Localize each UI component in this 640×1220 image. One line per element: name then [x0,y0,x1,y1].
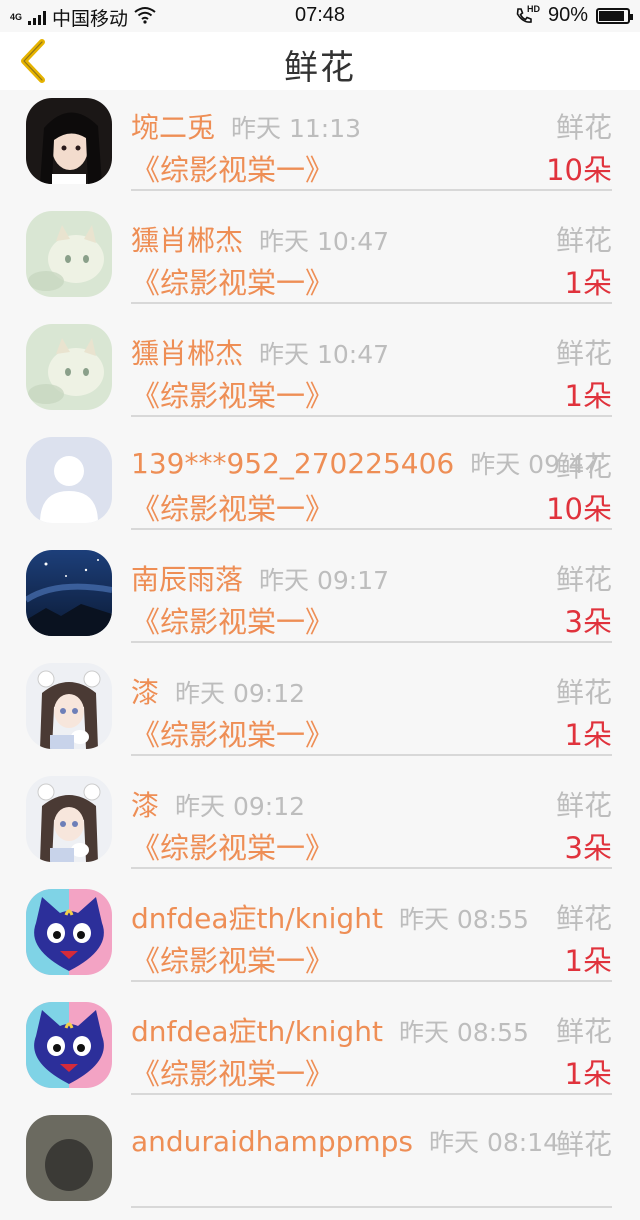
avatar[interactable] [26,550,112,636]
list-item[interactable]: 獯肖郴杰 昨天 10:47 鲜花 《综影视棠一》 1朵 [0,203,640,316]
book-title[interactable]: 《综影视棠一》 [131,599,334,641]
battery-percent: 90% [547,4,588,26]
divider [131,754,612,756]
book-title[interactable]: 《综影视棠一》 [131,712,334,754]
list-item[interactable]: 139***952_270225406 昨天 09:47 鲜花 《综影视棠一》 1… [0,429,640,542]
flower-count: 3朵 [564,605,612,639]
book-title[interactable]: 《综影视棠一》 [131,1051,334,1093]
battery-icon [596,7,633,24]
list-item[interactable]: 埦二兎 昨天 11:13 鲜花 《综影视棠一》 10朵 [0,90,640,203]
list-item[interactable]: anduraidhamppmps 昨天 08:14 鲜花 [0,1107,640,1220]
gift-time: 昨天 08:14 [429,1128,560,1157]
gift-time: 昨天 11:13 [231,114,362,143]
gift-time: 昨天 10:47 [259,227,390,256]
book-title[interactable]: 《综影视棠一》 [131,260,334,302]
user-name[interactable]: 漆 [131,789,159,822]
gift-time: 昨天 09:17 [259,566,390,595]
user-name[interactable]: 南辰雨落 [131,563,243,596]
book-title[interactable]: 《综影视棠一》 [131,825,334,867]
status-right: HD 90% [514,3,633,27]
user-name[interactable]: 獯肖郴杰 [131,337,243,370]
flower-label: 鲜花 [555,450,612,483]
flower-count: 3朵 [564,831,612,865]
flower-label: 鲜花 [555,563,612,596]
flower-count: 1朵 [564,718,612,752]
nav-bar: 鲜花 [0,32,640,90]
flower-count: 1朵 [564,944,612,978]
flower-label: 鲜花 [555,789,612,822]
flower-label: 鲜花 [555,111,612,144]
gift-time: 昨天 09:12 [175,679,306,708]
user-name-line: 139***952_270225406 昨天 09:47 [131,445,600,481]
hd-call-icon: HD [514,3,540,26]
avatar[interactable] [26,1002,112,1088]
user-name-line: 獯肖郴杰 昨天 10:47 [131,219,389,259]
avatar[interactable] [26,211,112,297]
flower-label: 鲜花 [555,224,612,257]
book-title[interactable]: 《综影视棠一》 [131,147,334,189]
divider [131,302,612,304]
gift-time: 昨天 08:55 [398,1018,529,1047]
flower-label: 鲜花 [555,337,612,370]
avatar[interactable] [26,889,112,975]
flower-count: 1朵 [564,379,612,413]
user-name-line: anduraidhamppmps 昨天 08:14 [131,1123,559,1159]
user-name-line: dnfdea症th/knight 昨天 08:55 [131,897,529,937]
page-title: 鲜花 [284,48,356,88]
flower-label: 鲜花 [555,1128,612,1161]
flower-label: 鲜花 [555,902,612,935]
flower-label: 鲜花 [555,676,612,709]
user-name-line: 漆昨天 09:12 [131,784,305,824]
flower-label: 鲜花 [555,1015,612,1048]
status-bar: 4G 中国移动 07:48 HD 90% [0,0,640,32]
divider [131,980,612,982]
divider [131,528,612,530]
book-title[interactable]: 《综影视棠一》 [131,486,334,528]
divider [131,415,612,417]
flower-count: 1朵 [564,1057,612,1091]
gift-time: 昨天 09:12 [175,792,306,821]
divider [131,189,612,191]
list-item[interactable]: dnfdea症th/knight 昨天 08:55 鲜花 《综影视棠一》 1朵 [0,881,640,994]
flower-count: 10朵 [546,492,612,526]
list-item[interactable]: 南辰雨落 昨天 09:17 鲜花 《综影视棠一》 3朵 [0,542,640,655]
gift-time: 昨天 08:55 [398,905,529,934]
list-item[interactable]: 漆昨天 09:12 鲜花 《综影视棠一》 1朵 [0,655,640,768]
divider [131,1206,612,1208]
divider [131,1093,612,1095]
user-name[interactable]: dnfdea症th/knight [131,1015,383,1048]
user-name[interactable]: 埦二兎 [131,111,215,144]
hd-tag: HD [526,3,540,14]
avatar[interactable] [26,663,112,749]
user-name[interactable]: 139***952_270225406 [131,447,454,480]
user-name[interactable]: 漆 [131,676,159,709]
gift-time: 昨天 10:47 [259,340,390,369]
list-item[interactable]: 獯肖郴杰 昨天 10:47 鲜花 《综影视棠一》 1朵 [0,316,640,429]
user-name[interactable]: dnfdea症th/knight [131,902,383,935]
user-name-line: 漆昨天 09:12 [131,671,305,711]
user-name-line: 南辰雨落 昨天 09:17 [131,558,389,598]
user-name-line: dnfdea症th/knight 昨天 08:55 [131,1010,529,1050]
avatar[interactable] [26,1115,112,1201]
avatar[interactable] [26,776,112,862]
avatar[interactable] [26,324,112,410]
list-item[interactable]: 漆昨天 09:12 鲜花 《综影视棠一》 3朵 [0,768,640,881]
book-title[interactable]: 《综影视棠一》 [131,373,334,415]
flower-count: 1朵 [564,266,612,300]
flower-record-list: 埦二兎 昨天 11:13 鲜花 《综影视棠一》 10朵 獯肖郴杰 昨天 10:47 … [0,90,640,1220]
flower-count: 10朵 [546,153,612,187]
divider [131,867,612,869]
user-name-line: 埦二兎 昨天 11:13 [131,106,361,146]
user-name-line: 獯肖郴杰 昨天 10:47 [131,332,389,372]
list-item[interactable]: dnfdea症th/knight 昨天 08:55 鲜花 《综影视棠一》 1朵 [0,994,640,1107]
user-name[interactable]: anduraidhamppmps [131,1125,413,1158]
avatar[interactable] [26,437,112,523]
book-title[interactable]: 《综影视棠一》 [131,938,334,980]
avatar[interactable] [26,98,112,184]
user-name[interactable]: 獯肖郴杰 [131,224,243,257]
divider [131,641,612,643]
